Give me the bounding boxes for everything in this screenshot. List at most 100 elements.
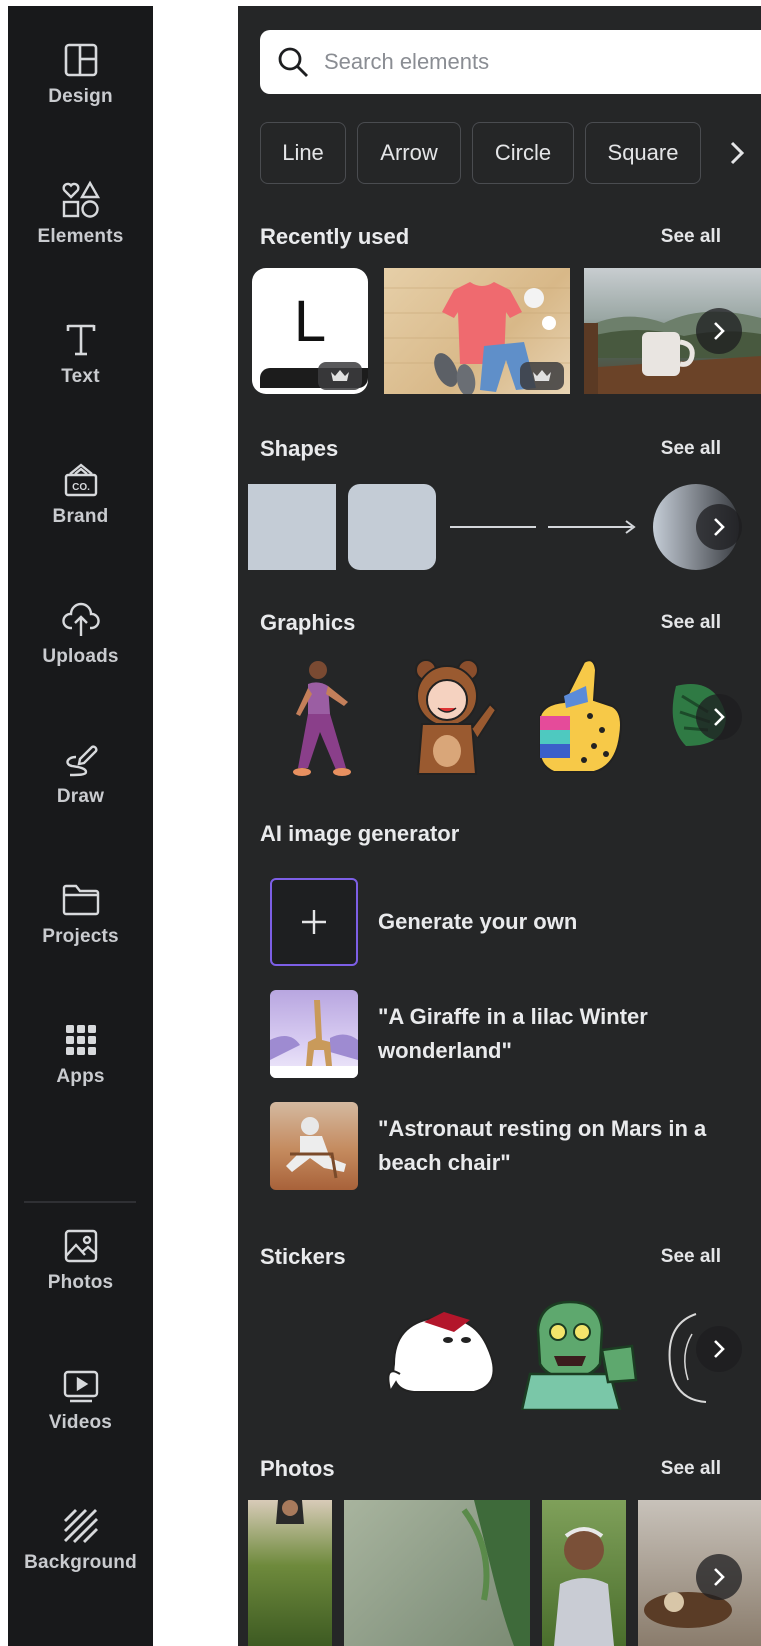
elements-panel: Line Arrow Circle Square Recently used S… xyxy=(238,6,761,1646)
sidebar-item-brand[interactable]: CO. Brand xyxy=(8,458,153,578)
astronaut-thumbnail xyxy=(270,1102,358,1190)
chevron-right-icon xyxy=(714,322,725,340)
chip-line[interactable]: Line xyxy=(260,122,346,184)
chevron-right-icon xyxy=(714,518,725,536)
sidebar-item-label: Background xyxy=(24,1552,137,1573)
ai-prompt-giraffe[interactable]: "A Giraffe in a lilac Winter wonderland" xyxy=(270,990,718,1078)
graphics-next-button[interactable] xyxy=(696,694,742,740)
chip-square[interactable]: Square xyxy=(585,122,701,184)
chevron-right-icon xyxy=(714,1568,725,1586)
graphic-thumbs-up[interactable] xyxy=(524,656,634,786)
chevron-right-icon xyxy=(714,1340,725,1358)
sidebar-item-label: Draw xyxy=(56,786,105,807)
brand-bag-icon: CO. xyxy=(59,458,103,502)
shape-arrow[interactable] xyxy=(546,484,638,570)
graphic-bear-costume-kid[interactable] xyxy=(392,656,502,786)
sidebar-item-label: Design xyxy=(48,86,113,107)
search-icon xyxy=(278,47,308,77)
chip-circle[interactable]: Circle xyxy=(472,122,574,184)
cloud-upload-icon xyxy=(59,598,103,642)
quick-filter-chips: Line Arrow Circle Square xyxy=(260,122,761,186)
section-title-ai-image-generator: AI image generator xyxy=(260,821,460,846)
sidebar-item-uploads[interactable]: Uploads xyxy=(8,598,153,718)
shape-rounded-square[interactable] xyxy=(348,484,436,570)
sidebar-item-design[interactable]: Design xyxy=(8,38,153,158)
ai-item-label: "Astronaut resting on Mars in a beach ch… xyxy=(378,1116,707,1175)
folder-icon xyxy=(59,878,103,922)
sidebar-item-projects[interactable]: Projects xyxy=(8,878,153,998)
sidebar-item-elements[interactable]: Elements xyxy=(8,178,153,298)
svg-text:CO.: CO. xyxy=(72,482,90,493)
dancing-woman-illustration xyxy=(293,661,351,776)
crown-icon xyxy=(520,362,564,390)
photo-item-plant-wall[interactable] xyxy=(344,1500,530,1646)
shapes-next-button[interactable] xyxy=(696,504,742,550)
letter-tile-glyph: L xyxy=(293,289,327,354)
garden-photo xyxy=(276,1500,304,1524)
sticker-zombie[interactable] xyxy=(520,1294,638,1410)
section-title-photos: Photos xyxy=(260,1456,335,1481)
sidebar-item-label: Videos xyxy=(48,1412,113,1433)
sidebar-item-text[interactable]: Text xyxy=(8,318,153,438)
pen-squiggle-icon xyxy=(59,738,103,782)
vampire-cat-sticker xyxy=(387,1312,495,1393)
ai-item-label: Generate your own xyxy=(378,909,578,934)
video-play-icon xyxy=(59,1364,103,1408)
ai-generate-your-own[interactable]: Generate your own xyxy=(270,878,718,966)
recent-item-letter-tile[interactable]: L xyxy=(252,268,368,394)
sidebar-item-draw[interactable]: Draw xyxy=(8,738,153,858)
hatch-icon xyxy=(59,1504,103,1548)
stickers-next-button[interactable] xyxy=(696,1326,742,1372)
recent-next-button[interactable] xyxy=(696,308,742,354)
section-title-shapes: Shapes xyxy=(260,436,339,461)
chevron-right-icon xyxy=(714,708,725,726)
graphic-dancing-woman[interactable] xyxy=(260,656,370,786)
crown-icon xyxy=(318,362,362,390)
grid-dots-icon xyxy=(59,1018,103,1062)
photos-next-button[interactable] xyxy=(696,1554,742,1600)
sidebar-item-label: Uploads xyxy=(42,646,119,667)
ai-prompt-astronaut[interactable]: "Astronaut resting on Mars in a beach ch… xyxy=(270,1102,718,1190)
section-title-stickers: Stickers xyxy=(260,1244,346,1269)
image-icon xyxy=(59,1224,103,1268)
chevron-right-icon xyxy=(730,141,745,165)
photo-item-garden[interactable] xyxy=(248,1500,332,1646)
sidebar-item-label: Elements xyxy=(37,226,124,247)
see-all-recently-used[interactable]: See all xyxy=(661,226,721,248)
thumbs-up-illustration xyxy=(539,659,622,773)
see-all-photos[interactable]: See all xyxy=(661,1458,721,1480)
chips-scroll-right-button[interactable] xyxy=(712,122,761,184)
arrow-shape-preview xyxy=(548,520,636,534)
sidebar-item-label: Projects xyxy=(42,926,119,947)
sidebar-item-label: Apps xyxy=(56,1066,105,1087)
section-title-graphics: Graphics xyxy=(260,610,356,635)
shape-line[interactable] xyxy=(448,484,538,570)
search-input[interactable] xyxy=(322,48,706,76)
left-sidebar: Design Elements Text CO. Brand Uploads D… xyxy=(8,6,153,1646)
recent-item-tshirt-photo[interactable] xyxy=(384,268,570,394)
sidebar-item-apps[interactable]: Apps xyxy=(8,1018,153,1138)
see-all-shapes[interactable]: See all xyxy=(661,438,721,460)
sidebar-item-background[interactable]: Background xyxy=(8,1504,153,1624)
layout-icon xyxy=(59,38,103,82)
shapes-icon xyxy=(59,178,103,222)
sidebar-item-videos[interactable]: Videos xyxy=(8,1364,153,1484)
photo-item-man-portrait[interactable] xyxy=(542,1500,626,1646)
sidebar-item-label: Brand xyxy=(52,506,109,527)
bear-costume-illustration xyxy=(415,659,498,775)
sidebar-divider xyxy=(24,1201,136,1203)
plus-tile xyxy=(270,878,358,966)
sidebar-item-photos[interactable]: Photos xyxy=(8,1224,153,1344)
sticker-vampire-cat[interactable] xyxy=(384,1294,510,1404)
shape-square[interactable] xyxy=(248,484,336,570)
text-t-icon xyxy=(59,318,103,362)
chip-arrow[interactable]: Arrow xyxy=(357,122,461,184)
ai-item-label: "A Giraffe in a lilac Winter wonderland" xyxy=(378,1004,648,1063)
man-portrait-photo xyxy=(554,1527,614,1646)
line-shape-preview xyxy=(450,526,536,528)
see-all-stickers[interactable]: See all xyxy=(661,1246,721,1268)
see-all-graphics[interactable]: See all xyxy=(661,612,721,634)
search-box[interactable] xyxy=(260,30,761,94)
sidebar-item-label: Photos xyxy=(47,1272,114,1293)
section-title-recently-used: Recently used xyxy=(260,224,410,249)
